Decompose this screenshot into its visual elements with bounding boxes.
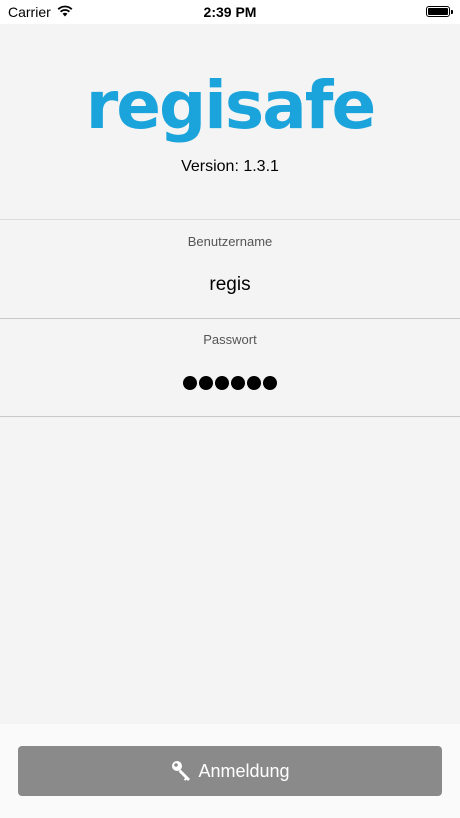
password-dot bbox=[183, 376, 197, 390]
divider-middle bbox=[0, 318, 460, 319]
divider-bottom bbox=[0, 416, 460, 417]
username-input[interactable] bbox=[0, 274, 460, 296]
password-dot bbox=[247, 376, 261, 390]
login-button[interactable]: Anmeldung bbox=[18, 746, 442, 796]
regisafe-logo: regisafe bbox=[85, 67, 376, 144]
battery-icon bbox=[426, 6, 453, 17]
password-dot bbox=[215, 376, 229, 390]
login-button-label: Anmeldung bbox=[198, 760, 290, 781]
key-icon bbox=[170, 759, 194, 783]
username-label: Benutzername bbox=[187, 234, 273, 249]
divider-top bbox=[0, 219, 460, 220]
status-bar: Carrier 2:39 PM bbox=[0, 0, 460, 24]
password-label: Passwort bbox=[203, 332, 257, 347]
password-dot bbox=[231, 376, 245, 390]
password-dot bbox=[263, 376, 277, 390]
status-time: 2:39 PM bbox=[203, 4, 257, 20]
version-label: Version: 1.3.1 bbox=[181, 158, 279, 175]
password-input[interactable] bbox=[0, 376, 460, 390]
password-dot bbox=[199, 376, 213, 390]
